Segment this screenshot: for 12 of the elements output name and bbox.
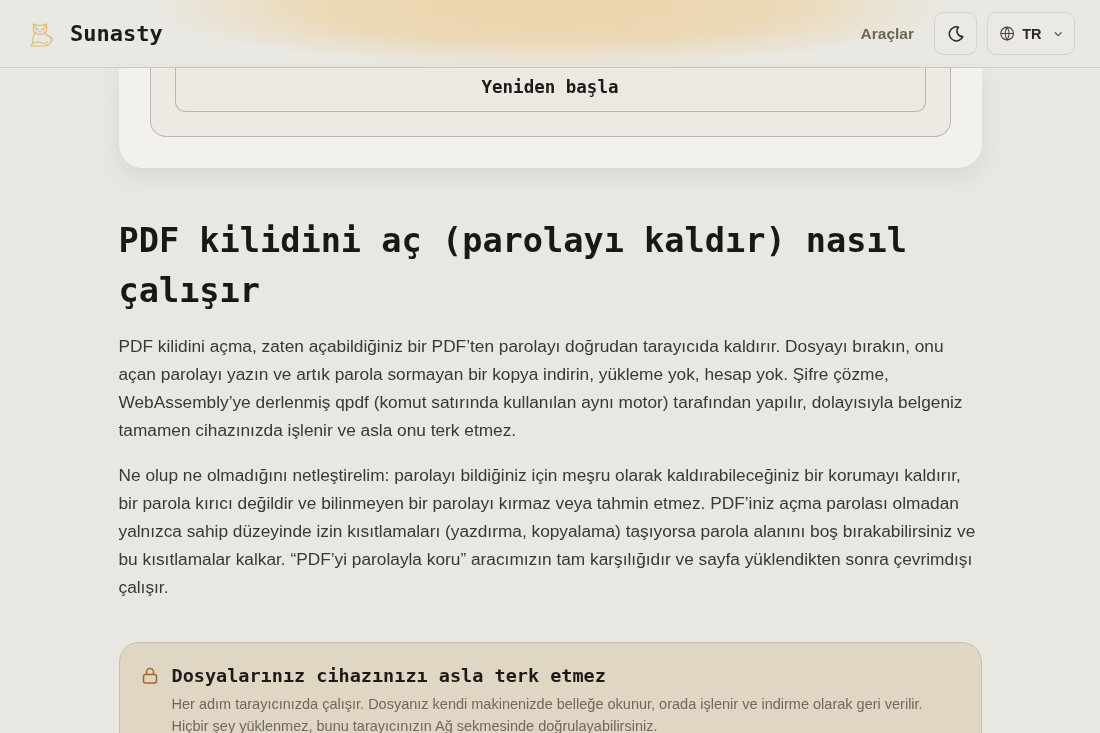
article-heading: PDF kilidini aç (parolayı kaldır) nasıl çalışır [118,220,908,312]
language-button[interactable]: TR [987,12,1075,55]
brand-name: Sunasty [70,21,163,46]
globe-icon [1000,25,1015,42]
moon-icon [947,25,964,42]
restart-button[interactable]: Yeniden başla [174,68,926,112]
lock-icon [141,667,158,684]
tools-link[interactable]: Araçlar [860,24,914,43]
theme-toggle-button[interactable] [934,12,977,55]
notice-title: Dosyalarınız cihazınızı asla terk etmez [171,664,607,688]
article-paragraph: PDF kilidini açma, zaten açabildiğiniz bir PDF’ten parolayı doğrudan tarayıcıda kaldırır. Dosyayı bırakın, onu açan parolayı yazın ve artık parola sormayan bir kopya indirin, yükleme yok, hesap yok. Şifre çözme, WebAssembly’ye derlenmiş qpdf (komut satırında kullanılan aynı motor) tarafından yapılır, dolayısıyla belgeniz tamamen cihazınızda işlenir ve asla onu terk etmez. [118,335,964,442]
article-paragraph: Ne olup ne olmadığını netleştirelim: parolayı bildiğiniz için meşru olarak kaldırabileceğiniz bir korumayı kaldırır, bir parola kırıcı değildir ve bilinmeyen bir parolayı kırmaz veya tahmin etmez. PDF’iniz açma parolası olmadan yalnızca sahip düzeyinde izin kısıtlamaları (yazdırma, kopyalama) taşıyorsa parola alanını boş bırakabilirsiniz ve bu kısıtlamalar kalkar. “PDF’yi parolayla koru” aracımızın tam karşılığıdır ve sayfa yüklendikten sonra çevrimdışı çalışır. [118,464,977,599]
